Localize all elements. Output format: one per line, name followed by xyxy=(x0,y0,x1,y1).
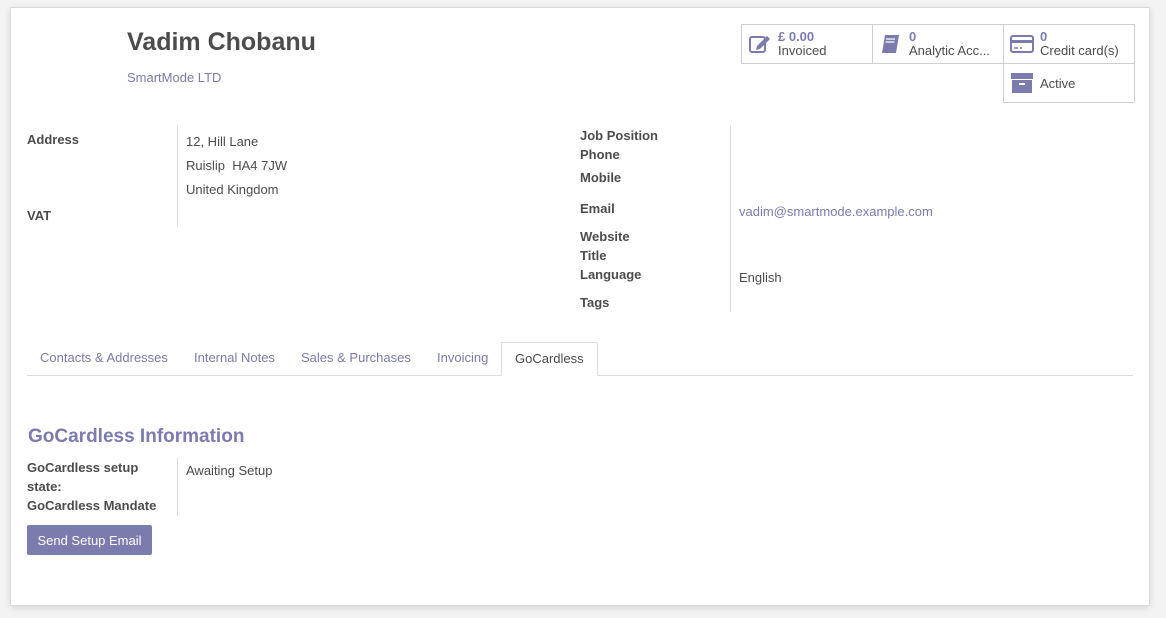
gocardless-group-divider xyxy=(177,458,178,516)
job-position-label: Job Position xyxy=(580,128,658,143)
gocardless-setup-state-label: GoCardless setup xyxy=(27,460,139,475)
credit-cards-label: Credit card(s) xyxy=(1040,44,1119,58)
book-icon xyxy=(882,35,899,53)
language-value: English xyxy=(739,270,782,285)
pencil-square-icon xyxy=(749,36,770,53)
phone-label: Phone xyxy=(580,147,620,162)
partner-name: Vadim Chobanu xyxy=(127,28,316,56)
address-line-1: 12, Hill Lane xyxy=(186,134,259,149)
gocardless-setup-state-value: Awaiting Setup xyxy=(186,463,273,478)
website-label: Website xyxy=(580,229,630,244)
right-group-divider xyxy=(730,126,731,312)
invoiced-button[interactable]: £ 0.00 Invoiced xyxy=(741,24,873,64)
email-value[interactable]: vadim@smartmode.example.com xyxy=(739,204,933,219)
tab-sales-purchases[interactable]: Sales & Purchases xyxy=(288,342,424,376)
address-label: Address xyxy=(27,132,80,147)
address-line-2: Ruislip HA4 7JW xyxy=(186,158,288,173)
analytic-accounts-label: Analytic Acc... xyxy=(909,44,990,58)
title-label: Title xyxy=(580,248,607,263)
archive-icon xyxy=(1011,73,1033,93)
analytic-accounts-value: 0 xyxy=(909,29,917,44)
send-setup-email-button[interactable]: Send Setup Email xyxy=(27,525,152,555)
tab-internal-notes[interactable]: Internal Notes xyxy=(181,342,288,376)
credit-cards-button[interactable]: 0 Credit card(s) xyxy=(1003,24,1135,64)
vat-label: VAT xyxy=(27,208,52,223)
tags-label: Tags xyxy=(580,295,610,310)
partner-company-link[interactable]: SmartMode LTD xyxy=(127,70,221,85)
smart-button-box: £ 0.00 Invoiced 0 Analytic Acc... 0 Cred… xyxy=(741,24,1135,104)
address-line-3: United Kingdom xyxy=(186,182,279,197)
notebook-tabs: Contacts & Addresses Internal Notes Sale… xyxy=(27,342,1133,376)
analytic-accounts-button[interactable]: 0 Analytic Acc... xyxy=(872,24,1004,64)
active-toggle-button[interactable]: Active xyxy=(1003,63,1135,103)
gocardless-mandate-label: GoCardless Mandate xyxy=(27,498,157,513)
tab-contacts-addresses[interactable]: Contacts & Addresses xyxy=(27,342,181,376)
invoiced-label: Invoiced xyxy=(778,44,827,58)
email-label: Email xyxy=(580,201,615,216)
gocardless-section-title: GoCardless Information xyxy=(28,426,245,447)
credit-cards-value: 0 xyxy=(1040,29,1048,44)
language-label: Language xyxy=(580,267,642,282)
gocardless-setup-state-label-2: state: xyxy=(27,479,62,494)
form-sheet: Vadim Chobanu SmartMode LTD £ 0.00 Invoi… xyxy=(10,7,1150,606)
credit-card-icon xyxy=(1010,35,1034,53)
tab-gocardless[interactable]: GoCardless xyxy=(501,342,598,376)
left-group-divider xyxy=(177,126,178,226)
tab-invoicing[interactable]: Invoicing xyxy=(424,342,501,376)
invoiced-value: £ 0.00 xyxy=(778,29,815,44)
mobile-label: Mobile xyxy=(580,170,622,185)
active-label: Active xyxy=(1040,75,1076,91)
